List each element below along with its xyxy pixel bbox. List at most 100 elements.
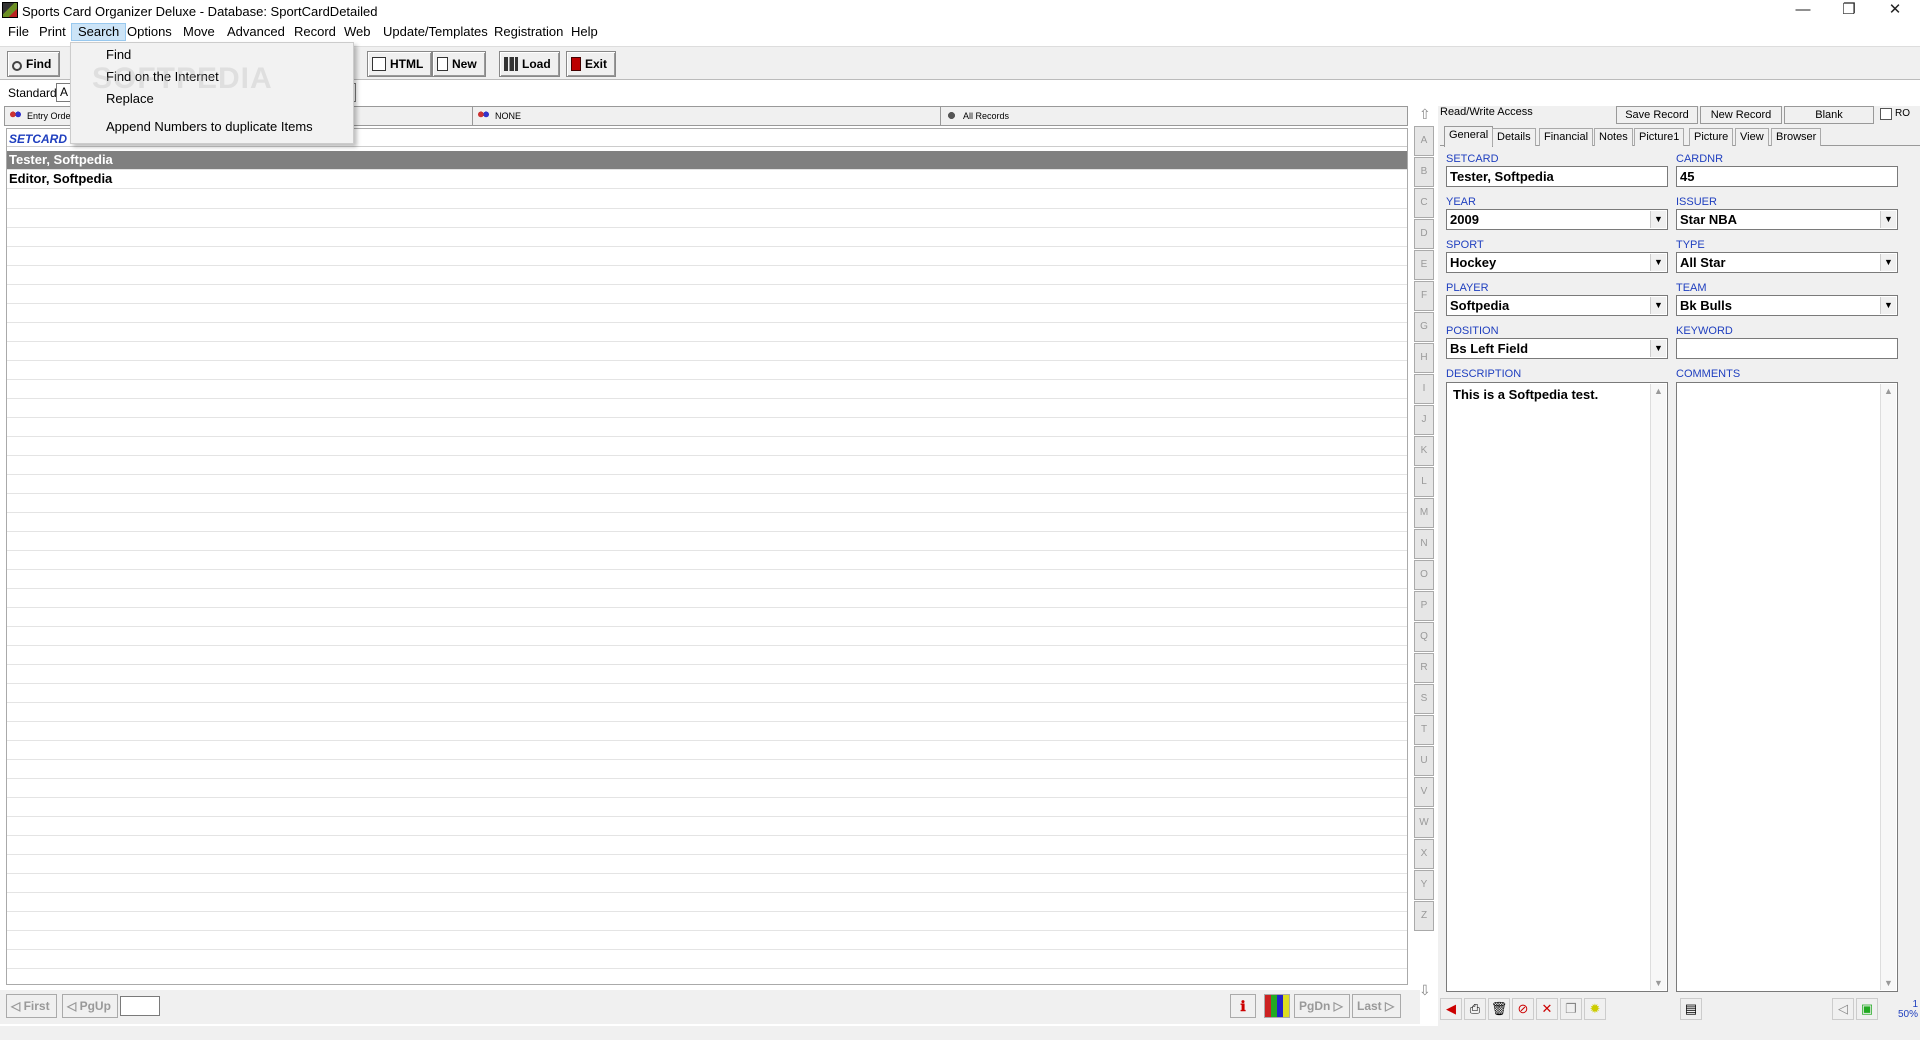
alpha-index-button[interactable]: L <box>1414 467 1434 497</box>
trash-icon[interactable]: 🗑 <box>1488 998 1510 1020</box>
tab-view[interactable]: View <box>1735 128 1769 146</box>
exit-button[interactable]: Exit <box>566 51 617 77</box>
menu-item-append-numbers[interactable]: Append Numbers to duplicate Items <box>71 117 353 137</box>
lightbulb-icon[interactable]: ✹ <box>1584 998 1606 1020</box>
scroll-down-arrow-icon[interactable]: ⇩ <box>1419 982 1431 999</box>
tab-notes[interactable]: Notes <box>1594 128 1633 146</box>
comments-memo[interactable]: ▲ ▼ <box>1676 382 1898 992</box>
menu-registration[interactable]: Registration <box>488 23 569 41</box>
keyword-field[interactable] <box>1676 338 1898 359</box>
menu-item-find[interactable]: Find <box>71 45 353 65</box>
position-dropdown[interactable]: Bs Left Field ▼ <box>1446 338 1668 359</box>
pgup-button[interactable]: ◁ PgUp <box>62 994 118 1018</box>
delete-card-icon[interactable]: ✕ <box>1536 998 1558 1020</box>
alpha-index-button[interactable]: I <box>1414 374 1434 404</box>
alpha-index-button[interactable]: C <box>1414 188 1434 218</box>
scroll-left-icon[interactable]: ◁ <box>1832 998 1854 1020</box>
scroll-down-icon[interactable]: ▼ <box>1884 978 1893 988</box>
alpha-index-button[interactable]: P <box>1414 591 1434 621</box>
records-scope-header[interactable]: All Records <box>941 107 1407 125</box>
menu-file[interactable]: File <box>2 23 35 41</box>
description-memo[interactable]: This is a Softpedia test. ▲ ▼ <box>1446 382 1668 992</box>
alpha-index-button[interactable]: S <box>1414 684 1434 714</box>
alpha-index-button[interactable]: F <box>1414 281 1434 311</box>
last-button[interactable]: Last ▷ <box>1352 994 1402 1018</box>
record-list[interactable]: SETCARD Tester, Softpedia Editor, Softpe… <box>6 128 1408 985</box>
scroll-up-icon[interactable]: ▲ <box>1654 386 1663 396</box>
alpha-index-button[interactable]: G <box>1414 312 1434 342</box>
print-icon[interactable]: ⎙ <box>1464 998 1486 1020</box>
memo-scrollbar[interactable]: ▲ ▼ <box>1650 384 1666 990</box>
chevron-down-icon[interactable]: ▼ <box>1650 254 1666 271</box>
color-grid-icon[interactable] <box>1264 994 1290 1018</box>
new-button[interactable]: New <box>432 51 486 77</box>
alpha-index-button[interactable]: B <box>1414 157 1434 187</box>
issuer-dropdown[interactable]: Star NBA ▼ <box>1676 209 1898 230</box>
chevron-down-icon[interactable]: ▼ <box>1650 297 1666 314</box>
maximize-button[interactable]: ❐ <box>1826 0 1872 22</box>
menu-search[interactable]: Search <box>71 23 127 41</box>
alpha-index-button[interactable]: U <box>1414 746 1434 776</box>
alpha-index-button[interactable]: K <box>1414 436 1434 466</box>
menu-advanced[interactable]: Advanced <box>221 23 291 41</box>
menu-options[interactable]: Options <box>121 23 178 41</box>
read-only-checkbox[interactable] <box>1880 108 1892 120</box>
copy-icon[interactable]: ❐ <box>1560 998 1582 1020</box>
tab-picture1[interactable]: Picture1 <box>1634 128 1685 146</box>
alpha-index-button[interactable]: E <box>1414 250 1434 280</box>
team-dropdown[interactable]: Bk Bulls ▼ <box>1676 295 1898 316</box>
alpha-index-button[interactable]: X <box>1414 839 1434 869</box>
blank-button[interactable]: Blank <box>1784 106 1874 124</box>
pgdn-button[interactable]: PgDn ▷ <box>1294 994 1350 1018</box>
alpha-index-button[interactable]: N <box>1414 529 1434 559</box>
save-record-button[interactable]: Save Record <box>1616 106 1698 124</box>
scroll-up-icon[interactable]: ▲ <box>1884 386 1893 396</box>
menu-print[interactable]: Print <box>33 23 72 41</box>
year-dropdown[interactable]: 2009 ▼ <box>1446 209 1668 230</box>
alert-icon[interactable]: ℹ <box>1230 994 1256 1018</box>
menu-record[interactable]: Record <box>288 23 342 41</box>
alpha-index-button[interactable]: H <box>1414 343 1434 373</box>
type-dropdown[interactable]: All Star ▼ <box>1676 252 1898 273</box>
alpha-index-button[interactable]: T <box>1414 715 1434 745</box>
chevron-down-icon[interactable]: ▼ <box>1880 297 1896 314</box>
chevron-down-icon[interactable]: ▼ <box>1880 254 1896 271</box>
setcard-field[interactable]: Tester, Softpedia <box>1446 166 1668 187</box>
card-icon[interactable]: ▤ <box>1680 998 1702 1020</box>
menu-move[interactable]: Move <box>177 23 221 41</box>
image-icon[interactable]: ▣ <box>1856 998 1878 1020</box>
scroll-down-icon[interactable]: ▼ <box>1654 978 1663 988</box>
alpha-index-button[interactable]: Q <box>1414 622 1434 652</box>
alpha-index-button[interactable]: J <box>1414 405 1434 435</box>
html-button[interactable]: HTML <box>367 51 433 77</box>
tab-details[interactable]: Details <box>1492 128 1536 146</box>
sort-filter-header[interactable]: NONE <box>473 107 941 125</box>
alert-icon[interactable]: ⊘ <box>1512 998 1534 1020</box>
list-row[interactable]: Editor, Softpedia <box>7 170 1407 189</box>
sport-dropdown[interactable]: Hockey ▼ <box>1446 252 1668 273</box>
chevron-down-icon[interactable]: ▼ <box>1650 340 1666 357</box>
chevron-down-icon[interactable]: ▼ <box>1880 211 1896 228</box>
alpha-index-button[interactable]: V <box>1414 777 1434 807</box>
find-button[interactable]: Find <box>7 51 61 77</box>
tab-general[interactable]: General <box>1444 126 1494 147</box>
alpha-index-button[interactable]: O <box>1414 560 1434 590</box>
new-record-button[interactable]: New Record <box>1700 106 1782 124</box>
tab-financial[interactable]: Financial <box>1539 128 1594 146</box>
player-dropdown[interactable]: Softpedia ▼ <box>1446 295 1668 316</box>
alpha-index-button[interactable]: A <box>1414 126 1434 156</box>
load-button[interactable]: Load <box>499 51 560 77</box>
minimize-button[interactable]: — <box>1780 0 1826 22</box>
cardnr-field[interactable]: 45 <box>1676 166 1898 187</box>
tab-picture[interactable]: Picture <box>1689 128 1734 146</box>
menu-update-templates[interactable]: Update/Templates <box>377 23 494 41</box>
menu-web[interactable]: Web <box>338 23 377 41</box>
list-row-selected[interactable]: Tester, Softpedia <box>7 151 1407 170</box>
first-button[interactable]: ◁ First <box>6 994 57 1018</box>
alpha-index-button[interactable]: W <box>1414 808 1434 838</box>
chevron-down-icon[interactable]: ▼ <box>1650 211 1666 228</box>
menu-item-find-internet[interactable]: Find on the Internet <box>71 67 353 87</box>
menu-help[interactable]: Help <box>565 23 604 41</box>
tab-browser[interactable]: Browser <box>1771 128 1822 146</box>
memo-scrollbar[interactable]: ▲ ▼ <box>1880 384 1896 990</box>
